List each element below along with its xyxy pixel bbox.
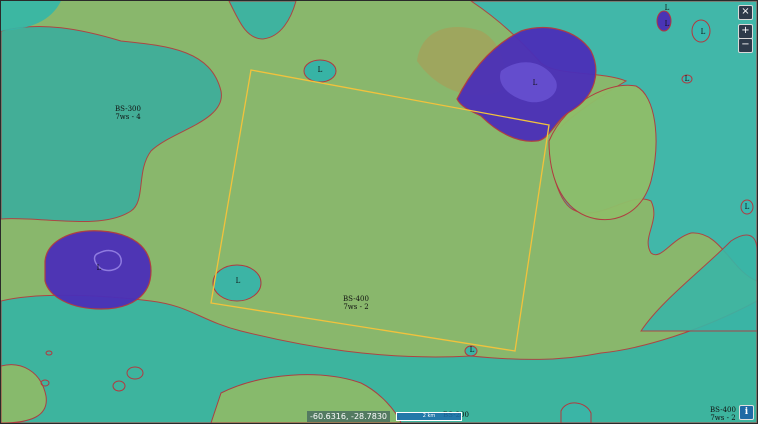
lake-label: L (317, 66, 323, 74)
unit-label-code: BS-400 (710, 406, 736, 414)
lake-label: L (469, 346, 475, 354)
info-button[interactable]: i (739, 405, 754, 420)
unit-label-code: BS-300 (115, 105, 141, 113)
lake-label: L (235, 277, 241, 285)
unit-label-bs300: BS-300 7ws - 4 (115, 105, 141, 121)
scale-bar: 2 km (396, 411, 463, 421)
coordinate-readout: -60.6316, -28.7830 (307, 410, 391, 422)
lake-label: L (684, 75, 690, 83)
lake-label: L (744, 203, 750, 211)
unit-label-sub: 7ws - 2 (343, 303, 369, 311)
lake-label: L (96, 264, 102, 272)
lake-label: L (532, 79, 538, 87)
lake-label: L (700, 28, 706, 36)
unit-label-code: BS-400 (343, 295, 369, 303)
zoom-in-button[interactable]: + (738, 24, 753, 39)
status-bar: -60.6316, -28.7830 2 km (307, 410, 463, 422)
lake-label: L (664, 20, 670, 28)
unit-label-sub: 7ws - 4 (115, 113, 141, 121)
zoom-out-button[interactable]: − (738, 38, 753, 53)
map-canvas[interactable] (1, 1, 757, 423)
unit-label-bs400-southeast: BS-400 7ws - 2 (710, 406, 736, 422)
lake-label: L (664, 4, 670, 12)
map-viewport[interactable]: BS-300 7ws - 4 BS-400 7ws - 2 BS-200 BS-… (0, 0, 758, 424)
unit-label-bs400: BS-400 7ws - 2 (343, 295, 369, 311)
unit-label-sub: 7ws - 2 (710, 414, 736, 422)
close-button[interactable]: × (738, 5, 753, 20)
